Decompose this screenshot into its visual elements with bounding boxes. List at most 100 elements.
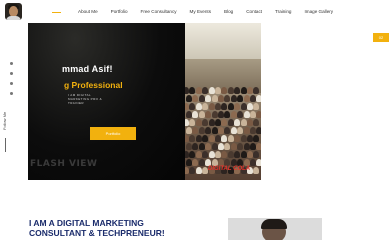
- audience-person: [218, 127, 224, 134]
- portfolio-button[interactable]: Portfolio: [90, 127, 136, 140]
- audience-person: [211, 143, 218, 150]
- twitter-icon[interactable]: [10, 72, 13, 75]
- audience-person: [195, 151, 202, 158]
- hero-slider: mmad Asif! g Professional I AM DIGITAL M…: [28, 23, 261, 180]
- audience-person: [227, 87, 234, 94]
- slider-side-strip: 02: [261, 23, 390, 180]
- audience-person: [253, 103, 260, 110]
- audience-person: [185, 135, 189, 142]
- audience-person: [250, 159, 256, 166]
- audience-person: [202, 119, 209, 126]
- audience-person: [230, 127, 237, 134]
- audience-person: [202, 103, 209, 110]
- audience-person: [192, 95, 199, 102]
- audience-person: [247, 151, 253, 158]
- site-header: About Me Portfolio Free Consultancy My E…: [0, 0, 390, 24]
- nav-item-free-consultancy[interactable]: Free Consultancy: [141, 8, 177, 16]
- portrait-hair: [261, 219, 287, 229]
- audience-person: [202, 87, 209, 94]
- facebook-icon[interactable]: [10, 62, 13, 65]
- logo-shirt: [6, 16, 21, 20]
- audience-person: [224, 111, 231, 118]
- hero-description: I AM DIGITAL MARKETING PRO & TRAINER: [68, 93, 103, 105]
- audience-person: [237, 95, 244, 102]
- audience-person: [218, 95, 224, 102]
- audience-person: [195, 87, 202, 94]
- audience-person: [195, 119, 202, 126]
- slide-counter[interactable]: 02: [373, 33, 389, 42]
- audience-person: [208, 87, 215, 94]
- instagram-icon[interactable]: [10, 92, 13, 95]
- audience-person: [237, 143, 244, 150]
- audience-person: [202, 135, 209, 142]
- audience-person: [189, 167, 196, 174]
- audience-person: [202, 151, 209, 158]
- about-portrait-photo: [228, 218, 322, 240]
- audience-person: [230, 143, 237, 150]
- event-logo: DIGITAL COLA: [208, 166, 251, 172]
- audience-person: [205, 143, 212, 150]
- audience-person: [247, 103, 253, 110]
- nav-item-about-me[interactable]: About Me: [78, 8, 98, 16]
- audience-person: [227, 119, 234, 126]
- audience-person: [198, 111, 205, 118]
- nav-item-contact[interactable]: Contact: [246, 8, 262, 16]
- audience-person: [250, 143, 256, 150]
- audience-person: [195, 135, 202, 142]
- audience-person: [240, 119, 247, 126]
- audience-person: [227, 103, 234, 110]
- audience-person: [189, 87, 196, 94]
- audience-person: [192, 143, 199, 150]
- audience-person: [253, 87, 260, 94]
- audience-person: [189, 135, 196, 142]
- audience-person: [230, 111, 237, 118]
- audience-person: [247, 87, 253, 94]
- audience-person: [243, 159, 250, 166]
- follow-me-label: Follow Me: [2, 111, 7, 130]
- nav-item-my-events[interactable]: My Events: [190, 8, 211, 16]
- audience-person: [227, 135, 234, 142]
- nav-item-training[interactable]: Training: [275, 8, 291, 16]
- audience-person: [186, 127, 192, 134]
- audience-person: [224, 127, 231, 134]
- hero-audience-photo: [185, 23, 261, 180]
- audience-person: [205, 111, 212, 118]
- audience-person: [218, 111, 224, 118]
- audience-person: [234, 151, 241, 158]
- audience-person: [243, 143, 250, 150]
- nav-item-portfolio[interactable]: Portfolio: [111, 8, 128, 16]
- audience-person: [192, 127, 199, 134]
- audience-person: [221, 151, 228, 158]
- audience-person: [253, 167, 260, 174]
- audience-person: [234, 103, 241, 110]
- audience-person: [215, 103, 221, 110]
- audience-person: [215, 135, 221, 142]
- site-logo-avatar[interactable]: [5, 3, 22, 20]
- audience-person: [215, 119, 221, 126]
- audience-person: [205, 159, 212, 166]
- audience-person: [237, 127, 244, 134]
- about-heading: I AM A DIGITAL MARKETING CONSULTANT & TE…: [29, 218, 229, 238]
- audience-person: [227, 151, 234, 158]
- audience-person: [240, 103, 247, 110]
- audience-person: [224, 159, 231, 166]
- nav-item-blog[interactable]: Blog: [224, 8, 233, 16]
- audience-person: [253, 135, 260, 142]
- linkedin-icon[interactable]: [10, 82, 13, 85]
- audience-person: [230, 95, 237, 102]
- audience-person: [208, 119, 215, 126]
- audience-person: [234, 135, 241, 142]
- audience-person: [218, 143, 224, 150]
- audience-person: [208, 135, 215, 142]
- hall-ceiling: [185, 23, 261, 59]
- audience-person: [243, 127, 250, 134]
- audience-person: [195, 167, 202, 174]
- audience-person: [247, 119, 253, 126]
- audience-person: [192, 111, 199, 118]
- audience-person: [185, 103, 189, 110]
- audience-person: [186, 143, 192, 150]
- nav-item-image-gallery[interactable]: Image Gallery: [304, 8, 333, 16]
- audience-person: [198, 95, 205, 102]
- about-heading-line2: CONSULTANT & TECHPRENEUR!: [29, 228, 165, 238]
- flash-view-watermark: FLASH VIEW: [30, 159, 98, 169]
